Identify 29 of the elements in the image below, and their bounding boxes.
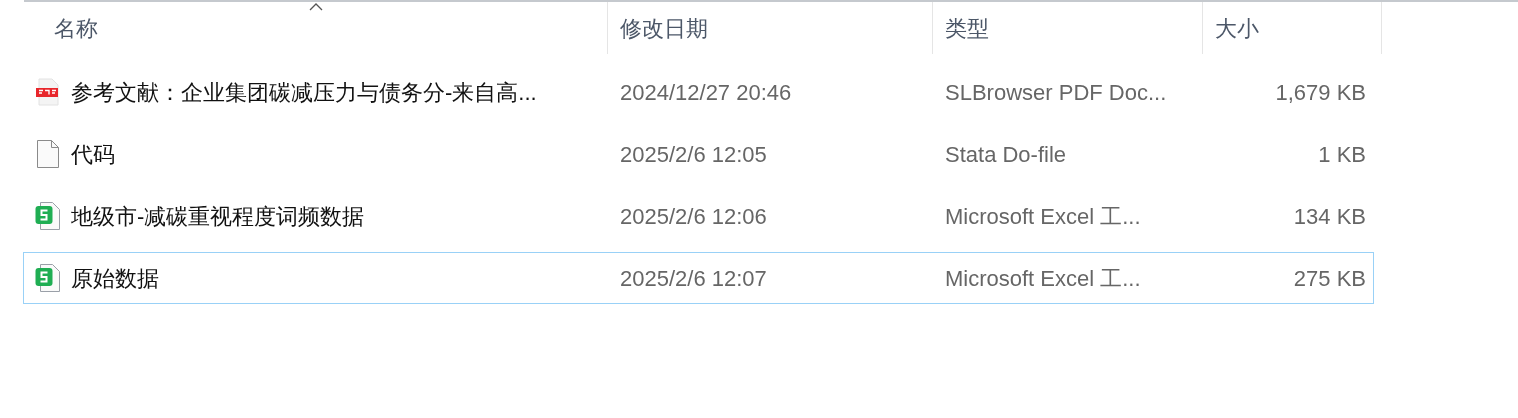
file-type: Microsoft Excel 工...	[945, 203, 1141, 229]
file-row[interactable]: 参考文献：企业集团碳减压力与债务分-来自高... 2024/12/27 20:46 SLBrowser PDF Doc... 1,679 KB	[23, 66, 1374, 118]
modified-date: 2024/12/27 20:46	[620, 79, 792, 105]
spreadsheet-icon	[35, 263, 61, 293]
file-size: 275 KB	[1293, 264, 1366, 293]
sort-caret-icon	[308, 3, 323, 11]
file-icon	[36, 139, 60, 169]
file-name: 代码	[71, 140, 115, 169]
modified-date: 2025/2/6 12:07	[620, 265, 767, 291]
file-name: 原始数据	[71, 264, 159, 293]
file-type: SLBrowser PDF Doc...	[945, 79, 1167, 105]
file-size: 1,679 KB	[1275, 78, 1366, 107]
file-size: 134 KB	[1293, 202, 1366, 231]
modified-date: 2025/2/6 12:05	[620, 141, 767, 167]
pdf-file-icon	[36, 78, 60, 106]
column-header[interactable]: 修改日期	[607, 2, 932, 54]
file-name: 地级市-减碳重视程度词频数据	[71, 202, 365, 231]
file-name: 参考文献：企业集团碳减压力与债务分-来自高...	[71, 78, 537, 107]
file-row[interactable]: 原始数据 2025/2/6 12:07 Microsoft Excel 工... 275 KB	[23, 252, 1374, 304]
spreadsheet-icon	[35, 201, 61, 231]
column-header[interactable]: 名称	[24, 2, 607, 54]
file-type: Microsoft Excel 工...	[945, 265, 1141, 291]
file-type: Stata Do-file	[945, 141, 1067, 167]
column-header[interactable]: 大小	[1202, 2, 1382, 54]
file-row[interactable]: 地级市-减碳重视程度词频数据 2025/2/6 12:06 Microsoft Excel 工... 134 KB	[23, 190, 1374, 242]
file-size: 1 KB	[1318, 140, 1366, 169]
modified-date: 2025/2/6 12:06	[620, 203, 767, 229]
file-row[interactable]: 代码 2025/2/6 12:05 Stata Do-file 1 KB	[23, 128, 1374, 180]
column-header[interactable]: 类型	[932, 2, 1202, 54]
